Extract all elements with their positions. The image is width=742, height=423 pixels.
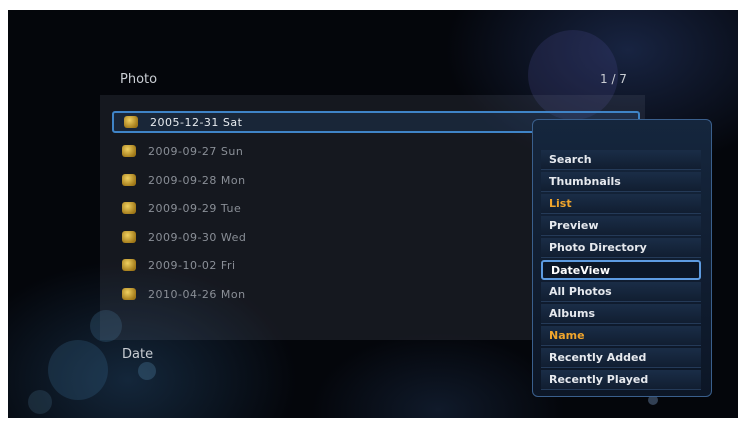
options-menu: Search Thumbnails List Preview Photo Dir… — [532, 119, 712, 397]
folder-icon — [122, 202, 136, 214]
folder-icon — [122, 259, 136, 271]
menu-item-preview[interactable]: Preview — [541, 216, 701, 236]
menu-item-photo-directory[interactable]: Photo Directory — [541, 238, 701, 258]
list-item-label: 2009-09-28 Mon — [148, 173, 246, 187]
background-bokeh — [138, 362, 156, 380]
background-bokeh — [48, 340, 108, 400]
list-item-label: 2009-09-27 Sun — [148, 144, 244, 158]
menu-item-list[interactable]: List — [541, 194, 701, 214]
list-item-label: 2010-04-26 Mon — [148, 287, 246, 301]
folder-icon — [122, 174, 136, 186]
folder-icon — [122, 145, 136, 157]
menu-item-search[interactable]: Search — [541, 150, 701, 170]
page-indicator: 1 / 7 — [600, 72, 627, 86]
folder-icon — [122, 288, 136, 300]
menu-item-recently-played[interactable]: Recently Played — [541, 370, 701, 390]
list-item-label: 2009-09-29 Tue — [148, 201, 242, 215]
page-title: Photo — [120, 72, 158, 87]
list-item-label: 2009-10-02 Fri — [148, 258, 236, 272]
folder-icon — [122, 231, 136, 243]
folder-icon — [124, 116, 138, 128]
menu-item-albums[interactable]: Albums — [541, 304, 701, 324]
sort-mode-label: Date — [122, 347, 154, 362]
list-item-label: 2009-09-30 Wed — [148, 230, 247, 244]
menu-item-all-photos[interactable]: All Photos — [541, 282, 701, 302]
list-item-label: 2005-12-31 Sat — [150, 115, 243, 129]
menu-item-dateview[interactable]: DateView — [541, 260, 701, 280]
menu-item-name[interactable]: Name — [541, 326, 701, 346]
menu-item-recently-added[interactable]: Recently Added — [541, 348, 701, 368]
menu-item-thumbnails[interactable]: Thumbnails — [541, 172, 701, 192]
background-bokeh — [28, 390, 52, 414]
